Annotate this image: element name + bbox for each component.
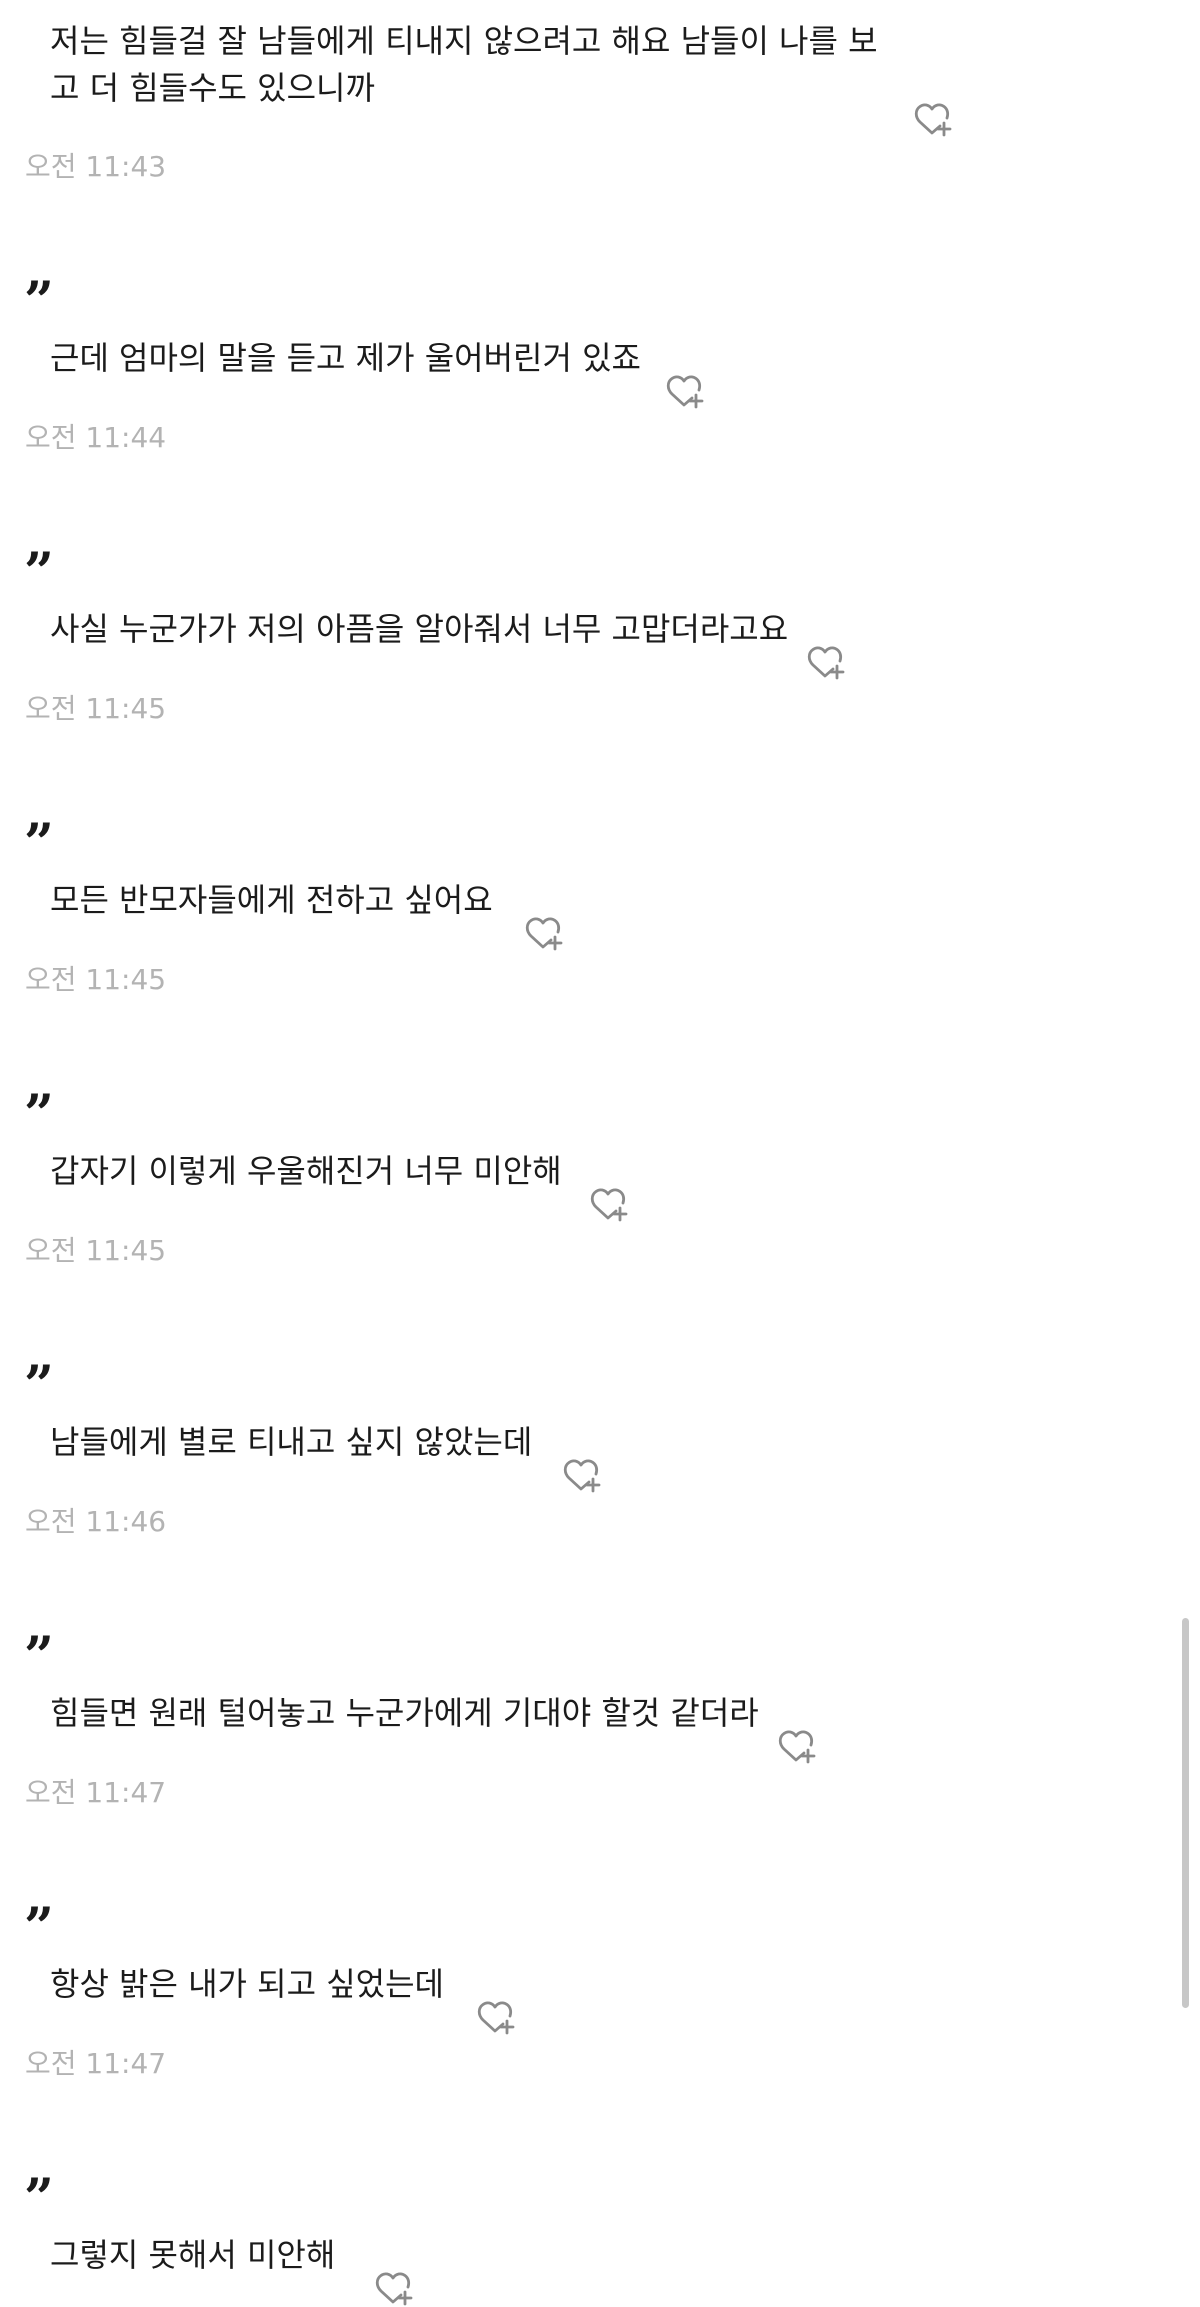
heart-plus-icon[interactable] (374, 2267, 414, 2307)
quote-mark-icon: ” (24, 542, 54, 603)
message-text: 남들에게 별로 티내고 싶지 않았는데 (50, 1423, 533, 1461)
message-timestamp: 오전 11:45 (25, 1234, 167, 1267)
heart-plus-icon[interactable] (665, 370, 705, 410)
message-text: 저는 힘들걸 잘 남들에게 티내지 않으려고 해요 남들이 나를 보 고 더 힘… (50, 22, 878, 107)
message-timestamp: 오전 11:44 (25, 421, 167, 454)
heart-plus-icon[interactable] (476, 1996, 516, 2036)
quote-mark-icon: ” (24, 1355, 54, 1416)
message-item: ” 모든 반모자들에게 전하고 싶어요 오전 11:45 (0, 813, 1170, 1013)
message-item: ” 남들에게 별로 티내고 싶지 않았는데 오전 11:46 (0, 1355, 1170, 1555)
message-text: 근데 엄마의 말을 듣고 제가 울어버린거 있죠 (50, 339, 641, 377)
heart-plus-icon[interactable] (806, 641, 846, 681)
message-timestamp: 오전 11:45 (25, 692, 167, 725)
heart-plus-icon[interactable] (913, 98, 953, 138)
message-timestamp: 오전 11:47 (25, 1776, 167, 1809)
message-timestamp: 오전 11:47 (25, 2047, 167, 2080)
message-text: 항상 밝은 내가 되고 싶었는데 (50, 1965, 444, 2003)
quote-mark-icon: ” (24, 271, 54, 332)
message-item: ” 근데 엄마의 말을 듣고 제가 울어버린거 있죠 오전 11:44 (0, 271, 1170, 471)
quote-mark-icon: ” (24, 1897, 54, 1958)
message-timestamp: 오전 11:45 (25, 963, 167, 996)
message-timestamp: 오전 11:46 (25, 1505, 167, 1538)
message-timestamp: 오전 11:43 (25, 150, 167, 183)
quote-mark-icon: ” (24, 1626, 54, 1687)
quote-mark-icon: ” (24, 2168, 54, 2229)
message-text: 힘들면 원래 털어놓고 누군가에게 기대야 할것 같더라 (50, 1694, 759, 1732)
scrollbar-thumb[interactable] (1182, 1618, 1189, 2008)
message-text: 갑자기 이렇게 우울해진거 너무 미안해 (50, 1152, 562, 1190)
quote-mark-icon: ” (24, 1084, 54, 1145)
heart-plus-icon[interactable] (524, 912, 564, 952)
message-text: 그렇지 못해서 미안해 (50, 2236, 336, 2274)
quote-mark-icon: ” (24, 813, 54, 874)
message-item: ” 갑자기 이렇게 우울해진거 너무 미안해 오전 11:45 (0, 1084, 1170, 1284)
heart-plus-icon[interactable] (589, 1183, 629, 1223)
message-item: 저는 힘들걸 잘 남들에게 티내지 않으려고 해요 남들이 나를 보 고 더 힘… (0, 0, 1170, 200)
message-item: ” 항상 밝은 내가 되고 싶었는데 오전 11:47 (0, 1897, 1170, 2097)
message-item: ” 그렇지 못해서 미안해 (0, 2168, 1170, 2306)
message-item: ” 사실 누군가가 저의 아픔을 알아줘서 너무 고맙더라고요 오전 11:45 (0, 542, 1170, 742)
message-item: ” 힘들면 원래 털어놓고 누군가에게 기대야 할것 같더라 오전 11:47 (0, 1626, 1170, 1826)
heart-plus-icon[interactable] (562, 1454, 602, 1494)
message-text: 사실 누군가가 저의 아픔을 알아줘서 너무 고맙더라고요 (50, 610, 789, 648)
message-text: 모든 반모자들에게 전하고 싶어요 (50, 881, 493, 919)
heart-plus-icon[interactable] (777, 1725, 817, 1765)
